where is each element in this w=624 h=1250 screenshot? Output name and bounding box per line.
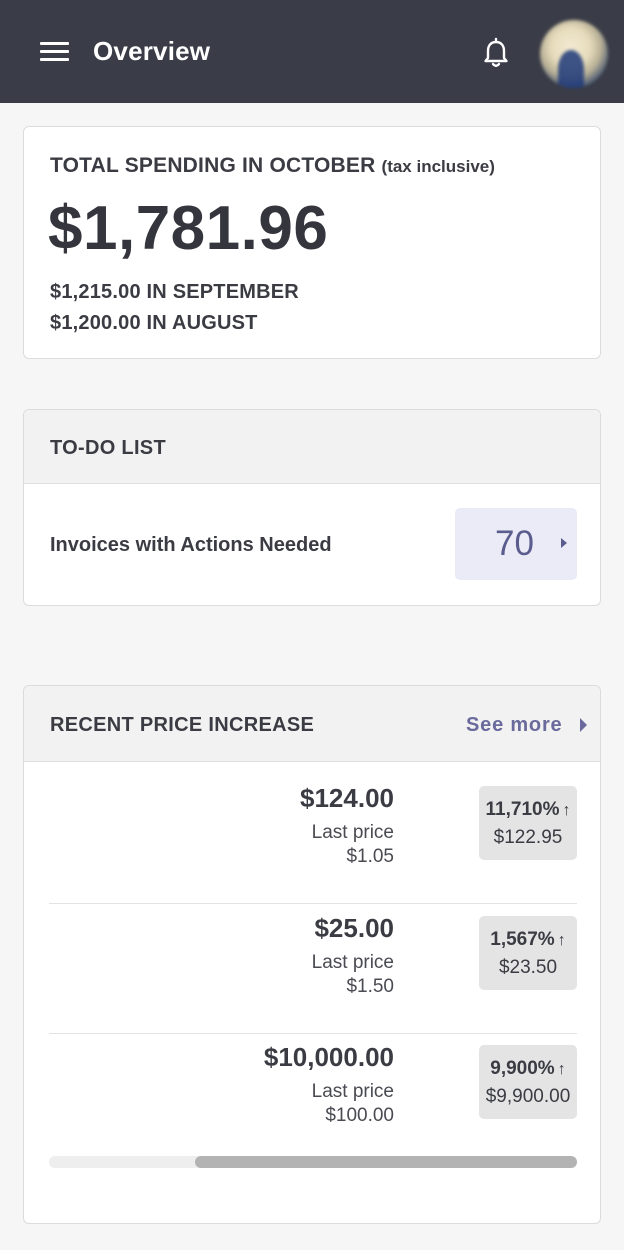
arrow-up-icon: ↑: [557, 1061, 566, 1078]
price-change-percent-value: 11,710%: [485, 799, 560, 820]
top-app-bar: Overview: [0, 0, 624, 103]
spending-heading-label: TOTAL SPENDING IN OCTOBER: [50, 154, 376, 177]
spending-summary-card: TOTAL SPENDING IN OCTOBER (tax inclusive…: [23, 126, 601, 359]
price-change-percent: 9,900% ↑: [479, 1058, 577, 1080]
spending-total: $1,781.96: [48, 194, 329, 263]
last-price-label: Last price: [311, 822, 394, 843]
spending-previous-month: $1,215.00 IN SEPTEMBER: [50, 281, 299, 303]
price-change-amount: $122.95: [493, 827, 563, 848]
user-avatar[interactable]: [540, 20, 608, 88]
last-price-value: $100.00: [325, 1105, 394, 1126]
price-change-amount: $9,900.00: [485, 1086, 571, 1107]
price-increase-card: RECENT PRICE INCREASE See more $124.00 L…: [23, 685, 601, 1224]
price-change-percent: 11,710% ↑: [479, 799, 577, 821]
todo-list-title: TO-DO LIST: [50, 437, 166, 459]
spending-heading-note: (tax inclusive): [381, 157, 495, 176]
spending-heading: TOTAL SPENDING IN OCTOBER (tax inclusive…: [50, 154, 495, 178]
price-change-amount: $23.50: [498, 957, 558, 978]
spending-previous-month: $1,200.00 IN AUGUST: [50, 312, 258, 334]
price-increase-header: RECENT PRICE INCREASE See more: [24, 686, 600, 762]
price-change-badge: 11,710% ↑ $122.95: [479, 786, 577, 860]
price-row: $10,000.00 Last price $100.00 9,900% ↑ $9…: [49, 1035, 577, 1163]
current-price: $25.00: [314, 913, 394, 943]
chevron-right-icon: [561, 538, 567, 548]
price-change-percent-value: 9,900%: [490, 1058, 555, 1079]
scrollbar-thumb[interactable]: [195, 1156, 577, 1168]
page-title: Overview: [93, 36, 211, 66]
horizontal-scrollbar[interactable]: [49, 1156, 577, 1168]
last-price-value: $1.50: [346, 976, 394, 997]
bell-icon[interactable]: [481, 37, 511, 69]
invoices-count-value: 70: [495, 524, 534, 563]
price-increase-title: RECENT PRICE INCREASE: [50, 714, 315, 736]
current-price: $124.00: [300, 783, 394, 813]
current-price: $10,000.00: [263, 1042, 394, 1072]
price-change-percent-value: 1,567%: [490, 929, 555, 950]
last-price-label: Last price: [311, 1081, 394, 1102]
price-row: $124.00 Last price $1.05 11,710% ↑ $122.9…: [49, 776, 577, 904]
todo-item-label: Invoices with Actions Needed: [50, 534, 332, 556]
price-change-percent: 1,567% ↑: [479, 929, 577, 951]
price-change-badge: 9,900% ↑ $9,900.00: [479, 1045, 577, 1119]
last-price-label: Last price: [311, 952, 394, 973]
invoices-count-button[interactable]: 70: [455, 508, 577, 580]
hamburger-menu-icon[interactable]: [40, 41, 69, 63]
todo-list-header: TO-DO LIST: [24, 410, 600, 484]
price-row: $25.00 Last price $1.50 1,567% ↑ $23.50: [49, 906, 577, 1034]
chevron-right-icon[interactable]: [580, 718, 587, 732]
todo-list-card: TO-DO LIST Invoices with Actions Needed …: [23, 409, 601, 606]
arrow-up-icon: ↑: [562, 802, 571, 819]
arrow-up-icon: ↑: [557, 932, 566, 949]
price-change-badge: 1,567% ↑ $23.50: [479, 916, 577, 990]
see-more-link[interactable]: See more: [466, 714, 562, 737]
last-price-value: $1.05: [346, 846, 394, 867]
